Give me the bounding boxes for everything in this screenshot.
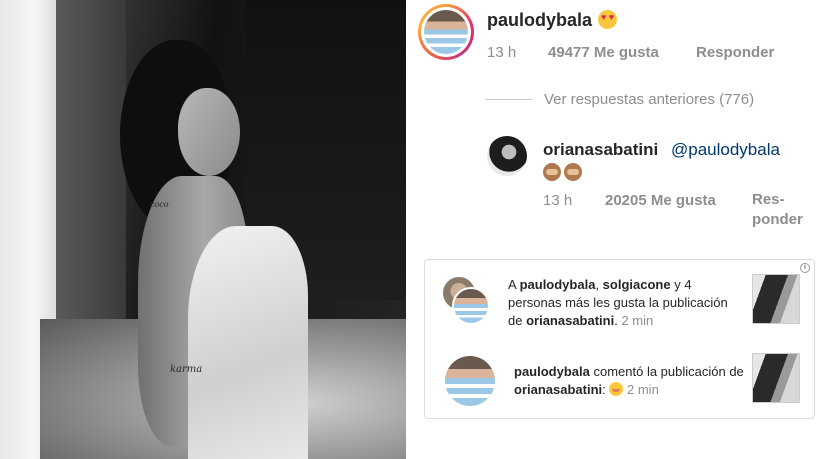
comment-author[interactable]: paulodybala <box>487 10 618 31</box>
photo-tattoo-1: coco <box>150 200 169 209</box>
notif-time: 2 min <box>627 382 659 397</box>
photo-face <box>178 88 240 176</box>
post-thumbnail[interactable] <box>752 353 800 403</box>
heart-eyes-icon <box>598 10 618 29</box>
view-previous-replies-button[interactable]: Ver respuestas anteriores (776) <box>544 91 754 108</box>
replies-divider-line <box>486 99 532 100</box>
notif-user-2[interactable]: solgiacone <box>603 277 671 292</box>
mention-link[interactable]: @paulodybala <box>671 140 780 160</box>
avatar[interactable] <box>445 356 495 406</box>
notif-user[interactable]: paulodybala <box>514 364 590 379</box>
post-photo: coco karma <box>0 0 406 459</box>
comment-time: 13 h <box>487 44 517 61</box>
reply-username[interactable]: orianasabatini <box>543 140 658 160</box>
photo-sheet <box>188 226 308 459</box>
reply-button-2[interactable]: Res-ponder <box>752 190 812 230</box>
avatar[interactable] <box>487 136 527 176</box>
see-no-evil-monkey-icon <box>543 163 585 184</box>
reply-button[interactable]: Responder <box>696 44 774 61</box>
collage-divider <box>406 0 422 459</box>
notification-comment[interactable]: paulodybala comentó la publicación de or… <box>514 363 746 399</box>
notif-time: 2 min <box>621 313 654 328</box>
comment-likes-link[interactable]: 49477 Me gusta <box>548 44 659 61</box>
reply-likes-link[interactable]: 20205 Me gusta <box>605 192 716 209</box>
story-ring[interactable] <box>418 4 474 60</box>
comment-username[interactable]: paulodybala <box>487 10 592 30</box>
notif-owner[interactable]: orianasabatini <box>526 313 614 328</box>
notif-user-1[interactable]: paulodybala <box>520 277 596 292</box>
post-thumbnail[interactable] <box>752 274 800 324</box>
reply-time: 13 h <box>543 192 573 209</box>
avatar[interactable] <box>424 10 468 54</box>
notif-owner[interactable]: orianasabatini <box>514 382 602 397</box>
info-icon[interactable]: i <box>800 263 810 273</box>
photo-tattoo-2: karma <box>170 364 203 375</box>
notification-likes[interactable]: A paulodybala, solgiacone y 4 personas m… <box>508 276 740 330</box>
avatar[interactable] <box>452 287 490 325</box>
smiling-face-icon <box>609 382 624 396</box>
